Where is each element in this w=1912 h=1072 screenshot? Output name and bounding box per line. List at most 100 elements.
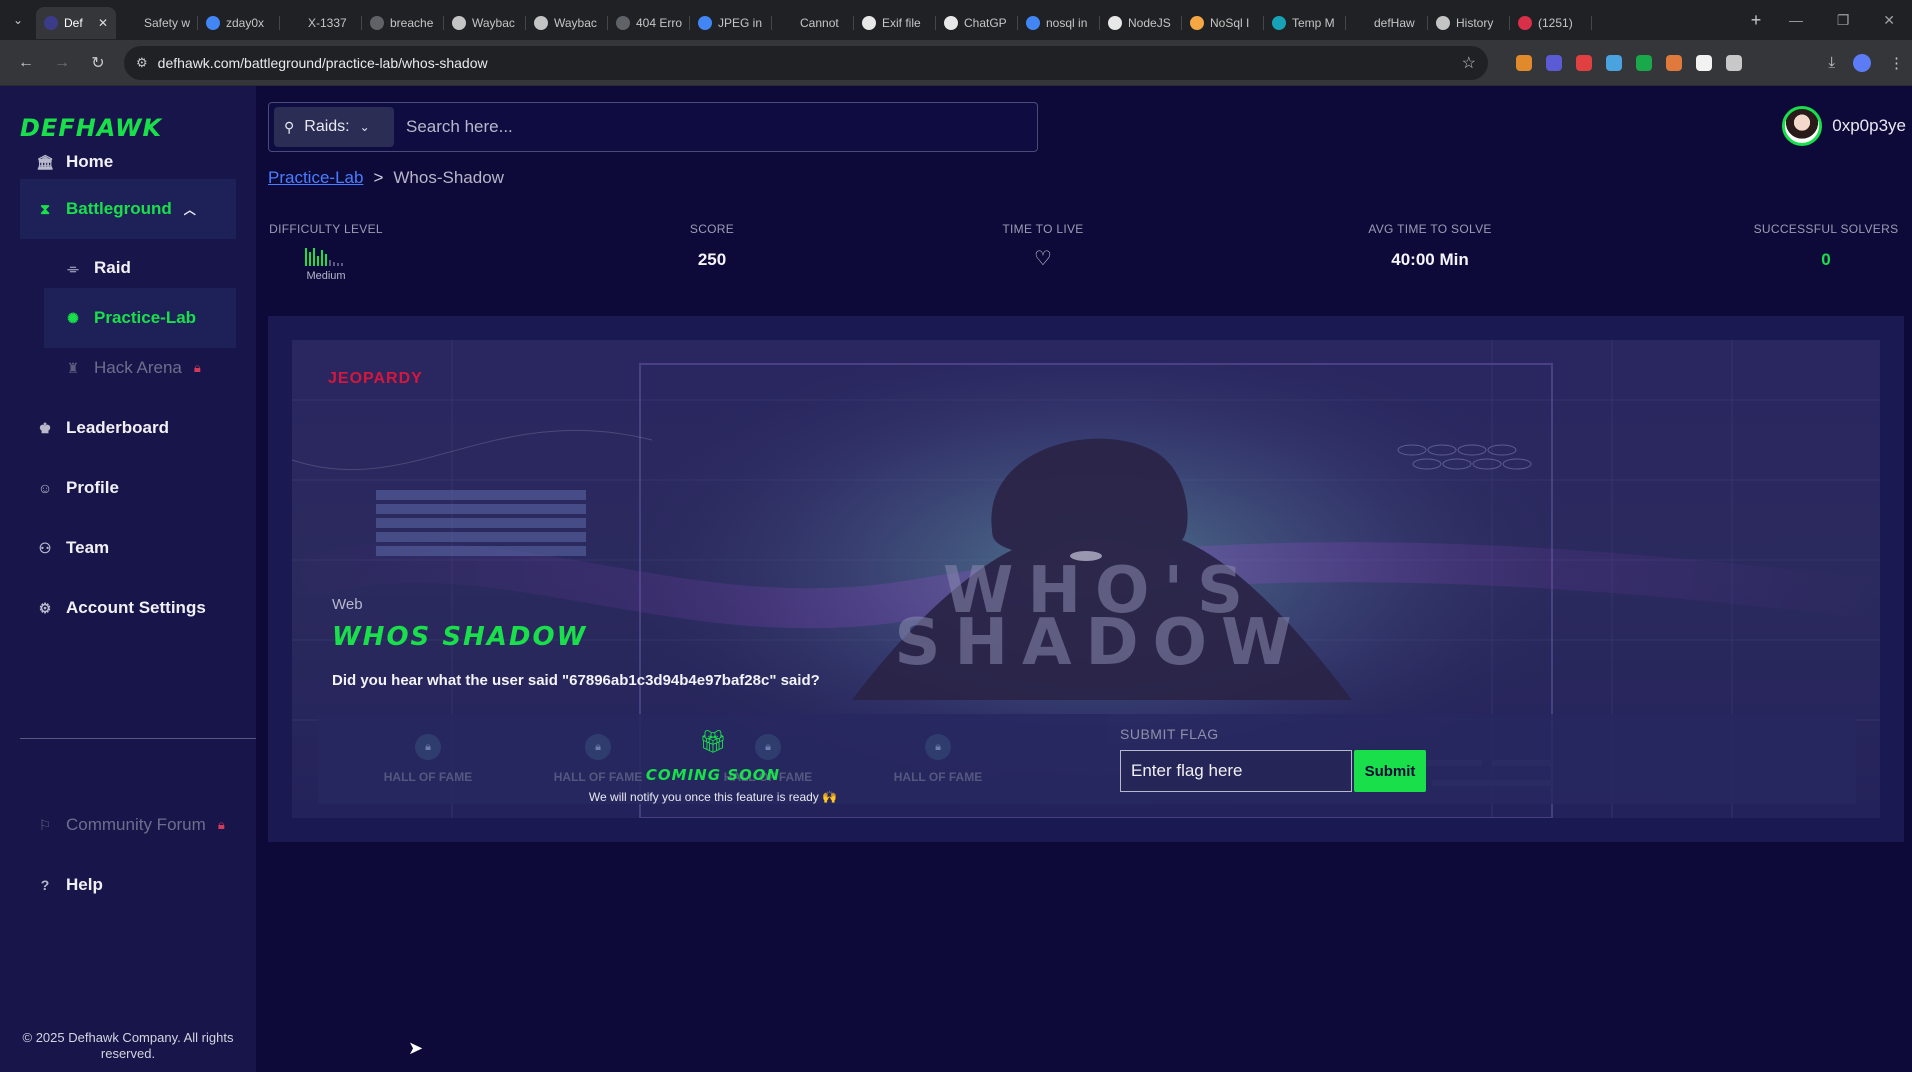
forum-icon: ⚐: [38, 816, 52, 833]
reload-button[interactable]: ↻: [80, 53, 116, 73]
browser-tab[interactable]: JPEG in: [690, 7, 772, 39]
breadcrumb-separator: >: [373, 168, 384, 187]
breadcrumb-practice-lab[interactable]: Practice-Lab: [268, 168, 363, 188]
browser-tab[interactable]: History: [1428, 7, 1510, 39]
browser-tab[interactable]: defHaw: [1346, 7, 1428, 39]
challenge-card: WHO'S SHADOW JEOPARDY Web WHOS SHADOW Di…: [292, 340, 1880, 818]
browser-tab[interactable]: zday0x: [198, 7, 280, 39]
browser-tab[interactable]: nosql in: [1018, 7, 1100, 39]
coming-soon-notice: We will notify you once this feature is …: [588, 790, 838, 804]
browser-tab[interactable]: Temp M: [1264, 7, 1346, 39]
profile-icon: ☺: [37, 480, 53, 496]
omnibox[interactable]: ⚙ defhawk.com/battleground/practice-lab/…: [124, 45, 1488, 80]
bookmark-star-icon[interactable]: ☆: [1462, 53, 1476, 73]
close-window-icon[interactable]: ✕: [1883, 12, 1895, 29]
score-label: SCORE: [689, 222, 735, 236]
tab-favicon-icon: [1518, 16, 1532, 30]
tab-label: Def: [64, 16, 83, 30]
browser-tab[interactable]: (1251): [1510, 7, 1592, 39]
browser-tab[interactable]: X-1337: [280, 7, 362, 39]
difficulty-label: DIFFICULTY LEVEL: [269, 222, 383, 236]
trophy-icon: ♚: [38, 419, 52, 436]
new-tab-button[interactable]: +: [1740, 10, 1772, 31]
site-info-icon[interactable]: ⚙: [136, 55, 148, 71]
nav-practice-lab-label: Practice-Lab: [94, 308, 197, 327]
extension-icon[interactable]: [1576, 54, 1592, 71]
challenge-stats: DIFFICULTY LEVEL Medium SCORE 250 TIME T…: [268, 222, 1904, 292]
download-icon[interactable]: ⤓: [1828, 54, 1835, 71]
tab-favicon-icon: [1108, 16, 1122, 30]
extension-icon[interactable]: [1696, 54, 1712, 71]
nav-raid[interactable]: ⌯ Raid: [20, 246, 236, 290]
minimize-icon[interactable]: —: [1789, 12, 1803, 29]
profile-icon[interactable]: [1853, 53, 1871, 72]
stat-time-to-live: TIME TO LIVE ♡: [978, 222, 1108, 271]
submit-flag-label: SUBMIT FLAG: [1120, 726, 1219, 742]
extension-icon[interactable]: [1726, 54, 1742, 71]
extension-icon[interactable]: [1546, 54, 1562, 71]
tab-favicon-icon: [698, 16, 712, 30]
browser-tab[interactable]: ChatGP: [936, 7, 1018, 39]
nav-team[interactable]: ⚇ Team: [20, 526, 236, 570]
challenge-type-badge: JEOPARDY: [328, 370, 423, 387]
tab-label: NoSql I: [1210, 16, 1250, 30]
coming-soon-title: COMING SOON: [645, 766, 781, 784]
nav-home[interactable]: 🏛 Home: [20, 140, 236, 184]
extension-icon[interactable]: [1636, 54, 1652, 71]
extension-icon[interactable]: [1516, 54, 1532, 71]
nav-help[interactable]: ? Help: [20, 863, 236, 907]
tab-label: Exif file: [882, 16, 921, 30]
nav-hack-arena[interactable]: ♜ Hack Arena 🔒︎: [20, 346, 236, 390]
tab-favicon-icon: [370, 16, 384, 30]
nav-profile[interactable]: ☺ Profile: [20, 466, 236, 510]
username[interactable]: 0xp0p3ye: [1832, 116, 1906, 136]
browser-tab[interactable]: NodeJS: [1100, 7, 1182, 39]
nav-battleground-label: Battleground: [66, 199, 172, 218]
tab-label: Safety warn: [144, 16, 190, 30]
nav-battleground[interactable]: ⧗ Battleground ︿: [20, 179, 236, 239]
tab-favicon-icon: [1026, 16, 1040, 30]
browser-tab[interactable]: Waybac: [444, 7, 526, 39]
mouse-cursor-icon: ➤: [408, 1038, 424, 1058]
tab-label: breache: [390, 16, 434, 30]
defhawk-logo[interactable]: DEFHAWK: [20, 114, 162, 142]
nav-account-settings-label: Account Settings: [66, 598, 206, 617]
nav-leaderboard[interactable]: ♚ Leaderboard: [20, 406, 236, 450]
tab-favicon-icon: [124, 16, 138, 30]
browser-tab[interactable]: Cannot: [772, 7, 854, 39]
nav-account-settings[interactable]: ⚙ Account Settings: [20, 586, 236, 630]
user-menu[interactable]: 0xp0p3ye: [1782, 106, 1906, 146]
gear-icon: ⚙: [38, 599, 52, 616]
nav-practice-lab[interactable]: ✺ Practice-Lab: [44, 288, 236, 348]
back-button[interactable]: ←: [8, 54, 44, 72]
browser-tab[interactable]: NoSql I: [1182, 7, 1264, 39]
browser-tab[interactable]: Safety warn: [116, 7, 198, 39]
chevron-down-icon: ⌄: [359, 120, 370, 134]
challenge-title: WHOS SHADOW: [332, 622, 588, 652]
browser-tab[interactable]: Exif file: [854, 7, 936, 39]
tab-favicon-icon: [44, 16, 58, 30]
avatar[interactable]: [1782, 106, 1823, 146]
tab-search-button[interactable]: ⌄: [0, 0, 36, 40]
nav-community-forum[interactable]: ⚐ Community Forum 🔒︎: [20, 803, 236, 847]
browser-tab[interactable]: Def ✕: [36, 7, 116, 39]
kebab-menu-icon[interactable]: ⋮: [1889, 54, 1904, 72]
flag-input[interactable]: [1120, 750, 1352, 792]
tab-close-icon[interactable]: ✕: [98, 16, 108, 30]
hall-of-fame-slot: 🔒︎ HALL OF FAME: [868, 734, 1008, 784]
submit-flag-button[interactable]: Submit: [1354, 750, 1426, 792]
forward-button[interactable]: →: [44, 54, 80, 72]
browser-tab[interactable]: Waybac: [526, 7, 608, 39]
chevron-up-icon: ︿: [183, 202, 196, 217]
url-text[interactable]: defhawk.com/battleground/practice-lab/wh…: [158, 55, 1452, 71]
tab-favicon-icon: [1436, 16, 1450, 30]
extension-icon[interactable]: [1666, 54, 1682, 71]
search-input[interactable]: [406, 117, 1037, 137]
restore-icon[interactable]: ❐: [1837, 12, 1850, 29]
sidebar: DEFHAWK 🏛 Home ⧗ Battleground ︿ ⌯ Raid ✺…: [0, 86, 256, 1072]
breadcrumb-current: Whos-Shadow: [393, 168, 504, 187]
extension-icon[interactable]: [1606, 54, 1622, 71]
raids-filter-select[interactable]: ⚲ Raids: ⌄: [274, 107, 394, 147]
browser-tab[interactable]: breache: [362, 7, 444, 39]
browser-tab[interactable]: 404 Erro: [608, 7, 690, 39]
